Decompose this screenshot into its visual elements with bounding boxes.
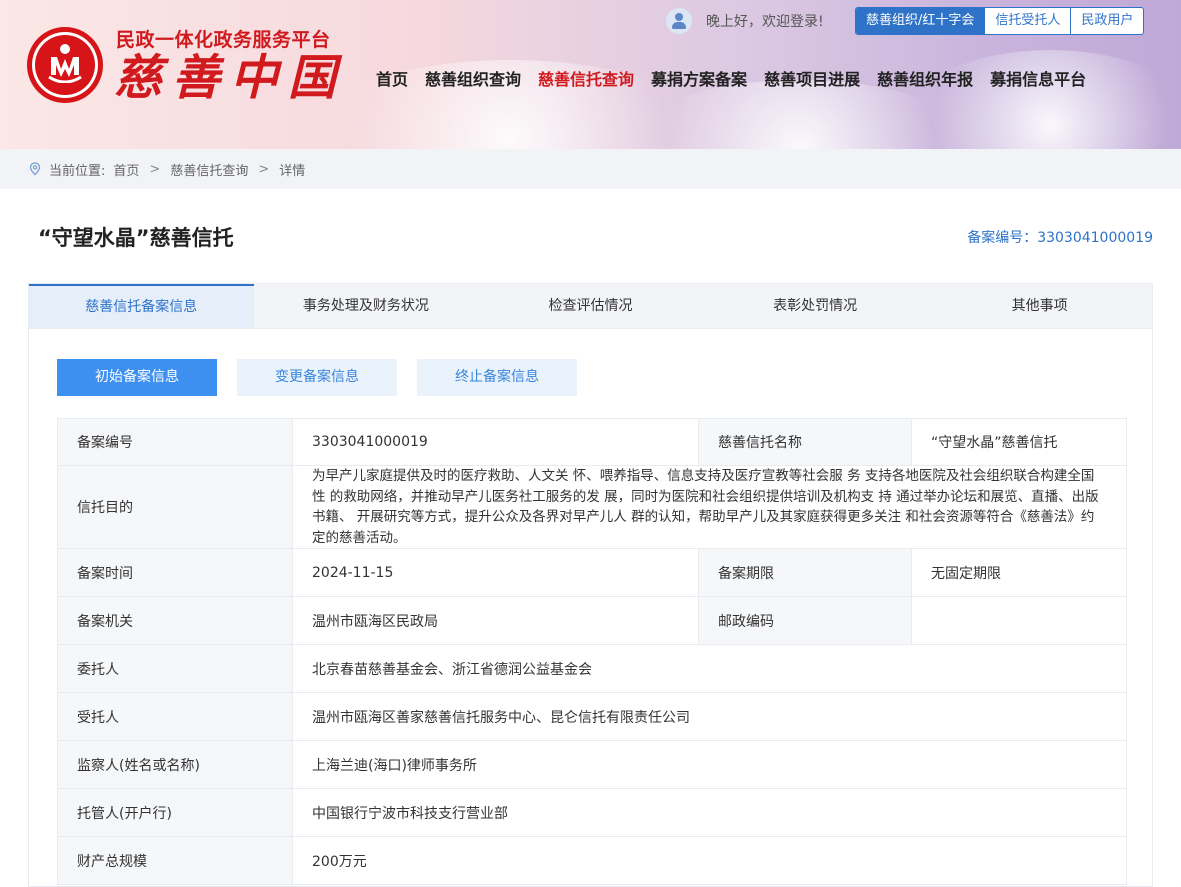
table-row: 信托目的 为早产儿家庭提供及时的医疗救助、人文关 怀、喂养指导、信息支持及医疗宣…	[57, 465, 1127, 549]
breadcrumb: 当前位置: 首页 > 慈善信托查询 > 详情	[28, 149, 305, 189]
nav-trust-search[interactable]: 慈善信托查询	[538, 66, 634, 90]
site-brand-title: 慈善中国	[114, 50, 347, 106]
filing-type-buttons: 初始备案信息 变更备案信息 终止备案信息	[57, 359, 597, 396]
filing-date-value: 2024-11-15	[292, 548, 699, 597]
page-title: “守望水晶”慈善信托	[38, 226, 234, 250]
custodian-label: 托管人(开户行)	[57, 788, 293, 837]
trustee-value: 温州市瓯海区善家慈善信托服务中心、昆仑信托有限责任公司	[292, 692, 1127, 741]
settlor-label: 委托人	[57, 644, 293, 693]
table-row: 委托人 北京春苗慈善基金会、浙江省德润公益基金会	[57, 644, 1127, 693]
postcode-label: 邮政编码	[698, 596, 912, 645]
purpose-value: 为早产儿家庭提供及时的医疗救助、人文关 怀、喂养指导、信息支持及医疗宣教等社会服…	[292, 465, 1127, 549]
assets-value: 200万元	[292, 836, 1127, 885]
trust-name-label: 慈善信托名称	[698, 418, 912, 466]
initial-filing-button[interactable]: 初始备案信息	[57, 359, 217, 396]
tab-other[interactable]: 其他事项	[927, 284, 1152, 328]
tab-affairs-finance[interactable]: 事务处理及财务状况	[254, 284, 479, 328]
table-row: 托管人(开户行) 中国银行宁波市科技支行营业部	[57, 788, 1127, 837]
table-row: 备案时间 2024-11-15 备案期限 无固定期限	[57, 548, 1127, 597]
filing-date-label: 备案时间	[57, 548, 293, 597]
supervisor-value: 上海兰迪(海口)律师事务所	[292, 740, 1127, 789]
assets-label: 财产总规模	[57, 836, 293, 885]
authority-label: 备案机关	[57, 596, 293, 645]
breadcrumb-separator: >	[258, 161, 270, 177]
main-nav: 首页 慈善组织查询 慈善信托查询 募捐方案备案 慈善项目进展 慈善组织年报 募捐…	[376, 66, 1103, 90]
user-avatar-icon[interactable]	[666, 8, 692, 34]
breadcrumb-prefix: 当前位置:	[49, 163, 106, 179]
breadcrumb-home[interactable]: 首页	[113, 160, 139, 179]
trust-name-value: “守望水晶”慈善信托	[911, 418, 1127, 466]
filing-info-table: 备案编号 3303041000019 慈善信托名称 “守望水晶”慈善信托 信托目…	[57, 418, 1127, 885]
tab-filing-info[interactable]: 慈善信托备案信息	[29, 284, 254, 328]
table-row: 监察人(姓名或名称) 上海兰迪(海口)律师事务所	[57, 740, 1127, 789]
location-pin-icon	[29, 162, 41, 176]
term-value: 无固定期限	[911, 548, 1127, 597]
role-tab-charity-org[interactable]: 慈善组织/红十字会	[856, 8, 985, 34]
change-filing-button[interactable]: 变更备案信息	[237, 359, 397, 396]
breadcrumb-current: 详情	[279, 163, 306, 179]
termination-filing-button[interactable]: 终止备案信息	[417, 359, 577, 396]
nav-fundraising-filing[interactable]: 募捐方案备案	[651, 66, 747, 90]
logo-mark-icon	[48, 44, 82, 83]
nav-home[interactable]: 首页	[376, 66, 408, 90]
table-row: 备案机关 温州市瓯海区民政局 邮政编码	[57, 596, 1127, 645]
breadcrumb-bar: 当前位置: 首页 > 慈善信托查询 > 详情	[0, 149, 1181, 189]
nav-project-progress[interactable]: 慈善项目进展	[764, 66, 860, 90]
breadcrumb-separator: >	[149, 161, 161, 177]
custodian-value: 中国银行宁波市科技支行营业部	[292, 788, 1127, 837]
site-header: 民政一体化政务服务平台 慈善中国 晚上好，欢迎登录! 慈善组织/红十字会 信托受…	[0, 0, 1181, 149]
record-no-label: 备案编号	[57, 418, 293, 466]
supervisor-label: 监察人(姓名或名称)	[57, 740, 293, 789]
purpose-label: 信托目的	[57, 465, 293, 549]
role-tab-civil-user[interactable]: 民政用户	[1070, 8, 1143, 34]
settlor-value: 北京春苗慈善基金会、浙江省德润公益基金会	[292, 644, 1127, 693]
detail-tabs: 慈善信托备案信息 事务处理及财务状况 检查评估情况 表彰处罚情况 其他事项	[28, 283, 1153, 329]
postcode-value	[911, 596, 1127, 645]
site-logo[interactable]	[27, 27, 103, 103]
greeting-text: 晚上好，欢迎登录!	[706, 14, 824, 30]
cloud-decoration	[900, 50, 1181, 149]
tab-inspection[interactable]: 检查评估情况	[478, 284, 703, 328]
table-row: 备案编号 3303041000019 慈善信托名称 “守望水晶”慈善信托	[57, 418, 1127, 466]
user-greeting: 晚上好，欢迎登录!	[666, 6, 824, 36]
record-no-value: 3303041000019	[292, 418, 699, 466]
nav-org-search[interactable]: 慈善组织查询	[425, 66, 521, 90]
authority-value: 温州市瓯海区民政局	[292, 596, 699, 645]
record-number-header: 备案编号：3303041000019	[967, 230, 1153, 246]
nav-fundraising-platform[interactable]: 募捐信息平台	[990, 66, 1086, 90]
tab-awards-penalties[interactable]: 表彰处罚情况	[703, 284, 928, 328]
nav-annual-report[interactable]: 慈善组织年报	[877, 66, 973, 90]
role-tab-trustee[interactable]: 信托受托人	[984, 8, 1070, 34]
trustee-label: 受托人	[57, 692, 293, 741]
role-switcher: 慈善组织/红十字会 信托受托人 民政用户	[855, 7, 1145, 35]
term-label: 备案期限	[698, 548, 912, 597]
platform-name: 民政一体化政务服务平台	[116, 29, 331, 51]
breadcrumb-trust-search[interactable]: 慈善信托查询	[170, 160, 248, 179]
table-row: 财产总规模 200万元	[57, 836, 1127, 885]
table-row: 受托人 温州市瓯海区善家慈善信托服务中心、昆仑信托有限责任公司	[57, 692, 1127, 741]
